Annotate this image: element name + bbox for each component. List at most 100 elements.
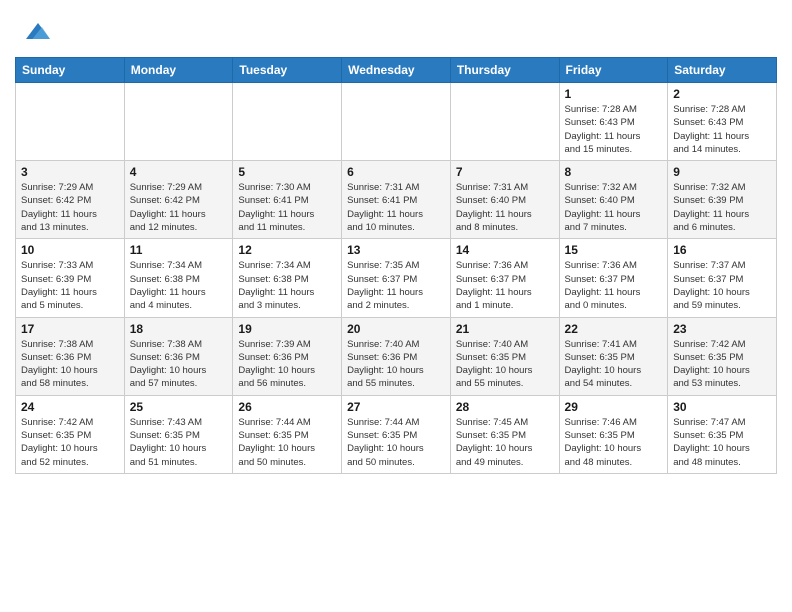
day-info: Sunrise: 7:46 AM Sunset: 6:35 PM Dayligh… [565,416,663,469]
day-number: 16 [673,243,771,257]
day-number: 19 [238,322,336,336]
day-number: 3 [21,165,119,179]
day-number: 28 [456,400,554,414]
day-info: Sunrise: 7:35 AM Sunset: 6:37 PM Dayligh… [347,259,445,312]
day-number: 15 [565,243,663,257]
day-info: Sunrise: 7:31 AM Sunset: 6:41 PM Dayligh… [347,181,445,234]
day-info: Sunrise: 7:32 AM Sunset: 6:40 PM Dayligh… [565,181,663,234]
day-info: Sunrise: 7:36 AM Sunset: 6:37 PM Dayligh… [456,259,554,312]
day-info: Sunrise: 7:34 AM Sunset: 6:38 PM Dayligh… [238,259,336,312]
day-info: Sunrise: 7:33 AM Sunset: 6:39 PM Dayligh… [21,259,119,312]
day-info: Sunrise: 7:28 AM Sunset: 6:43 PM Dayligh… [565,103,663,156]
day-info: Sunrise: 7:34 AM Sunset: 6:38 PM Dayligh… [130,259,228,312]
calendar-cell-5-6: 29 Sunrise: 7:46 AM Sunset: 6:35 PM Dayli… [559,395,668,473]
day-number: 18 [130,322,228,336]
week-row-5: 24Sunrise: 7:42 AM Sunset: 6:35 PM Dayli… [16,395,777,473]
weekday-header-wednesday: Wednesday [342,58,451,83]
day-info: Sunrise: 7:45 AM Sunset: 6:35 PM Dayligh… [456,416,554,469]
calendar-cell-5-1: 24Sunrise: 7:42 AM Sunset: 6:35 PM Dayli… [16,395,125,473]
calendar-cell-2-3: 5 Sunrise: 7:30 AM Sunset: 6:41 PM Daylig… [233,161,342,239]
day-info: Sunrise: 7:31 AM Sunset: 6:40 PM Dayligh… [456,181,554,234]
calendar-cell-5-2: 25Sunrise: 7:43 AM Sunset: 6:35 PM Dayli… [124,395,233,473]
calendar-cell-3-5: 14 Sunrise: 7:36 AM Sunset: 6:37 PM Dayli… [450,239,559,317]
day-info: Sunrise: 7:44 AM Sunset: 6:35 PM Dayligh… [238,416,336,469]
calendar-cell-4-6: 22 Sunrise: 7:41 AM Sunset: 6:35 PM Dayli… [559,317,668,395]
day-info: Sunrise: 7:40 AM Sunset: 6:36 PM Dayligh… [347,338,445,391]
day-number: 23 [673,322,771,336]
calendar-cell-3-7: 16 Sunrise: 7:37 AM Sunset: 6:37 PM Dayli… [668,239,777,317]
calendar-cell-3-6: 15 Sunrise: 7:36 AM Sunset: 6:37 PM Dayli… [559,239,668,317]
day-number: 13 [347,243,445,257]
day-number: 20 [347,322,445,336]
day-number: 30 [673,400,771,414]
day-number: 27 [347,400,445,414]
day-info: Sunrise: 7:41 AM Sunset: 6:35 PM Dayligh… [565,338,663,391]
week-row-4: 17 Sunrise: 7:38 AM Sunset: 6:36 PM Dayli… [16,317,777,395]
day-info: Sunrise: 7:28 AM Sunset: 6:43 PM Dayligh… [673,103,771,156]
day-info: Sunrise: 7:30 AM Sunset: 6:41 PM Dayligh… [238,181,336,234]
day-number: 26 [238,400,336,414]
day-info: Sunrise: 7:42 AM Sunset: 6:35 PM Dayligh… [673,338,771,391]
day-info: Sunrise: 7:40 AM Sunset: 6:35 PM Dayligh… [456,338,554,391]
day-number: 2 [673,87,771,101]
calendar: SundayMondayTuesdayWednesdayThursdayFrid… [15,57,777,474]
day-info: Sunrise: 7:29 AM Sunset: 6:42 PM Dayligh… [21,181,119,234]
day-info: Sunrise: 7:37 AM Sunset: 6:37 PM Dayligh… [673,259,771,312]
day-number: 5 [238,165,336,179]
day-number: 7 [456,165,554,179]
day-info: Sunrise: 7:39 AM Sunset: 6:36 PM Dayligh… [238,338,336,391]
day-info: Sunrise: 7:29 AM Sunset: 6:42 PM Dayligh… [130,181,228,234]
calendar-cell-1-6: 1 Sunrise: 7:28 AM Sunset: 6:43 PM Daylig… [559,83,668,161]
weekday-header-monday: Monday [124,58,233,83]
calendar-cell-4-2: 18 Sunrise: 7:38 AM Sunset: 6:36 PM Dayli… [124,317,233,395]
day-number: 6 [347,165,445,179]
calendar-cell-1-7: 2 Sunrise: 7:28 AM Sunset: 6:43 PM Daylig… [668,83,777,161]
calendar-cell-5-4: 27 Sunrise: 7:44 AM Sunset: 6:35 PM Dayli… [342,395,451,473]
week-row-3: 10 Sunrise: 7:33 AM Sunset: 6:39 PM Dayli… [16,239,777,317]
calendar-cell-4-1: 17 Sunrise: 7:38 AM Sunset: 6:36 PM Dayli… [16,317,125,395]
calendar-cell-2-6: 8 Sunrise: 7:32 AM Sunset: 6:40 PM Daylig… [559,161,668,239]
day-number: 14 [456,243,554,257]
weekday-header-row: SundayMondayTuesdayWednesdayThursdayFrid… [16,58,777,83]
day-number: 4 [130,165,228,179]
day-number: 17 [21,322,119,336]
calendar-cell-1-2 [124,83,233,161]
calendar-cell-4-4: 20 Sunrise: 7:40 AM Sunset: 6:36 PM Dayli… [342,317,451,395]
day-info: Sunrise: 7:38 AM Sunset: 6:36 PM Dayligh… [21,338,119,391]
calendar-cell-3-1: 10 Sunrise: 7:33 AM Sunset: 6:39 PM Dayli… [16,239,125,317]
calendar-cell-2-2: 4 Sunrise: 7:29 AM Sunset: 6:42 PM Daylig… [124,161,233,239]
day-number: 10 [21,243,119,257]
calendar-cell-2-7: 9Sunrise: 7:32 AM Sunset: 6:39 PM Daylig… [668,161,777,239]
calendar-cell-2-4: 6 Sunrise: 7:31 AM Sunset: 6:41 PM Daylig… [342,161,451,239]
day-number: 8 [565,165,663,179]
day-number: 12 [238,243,336,257]
week-row-2: 3 Sunrise: 7:29 AM Sunset: 6:42 PM Daylig… [16,161,777,239]
day-info: Sunrise: 7:38 AM Sunset: 6:36 PM Dayligh… [130,338,228,391]
page: SundayMondayTuesdayWednesdayThursdayFrid… [0,0,792,489]
day-info: Sunrise: 7:36 AM Sunset: 6:37 PM Dayligh… [565,259,663,312]
calendar-cell-5-3: 26 Sunrise: 7:44 AM Sunset: 6:35 PM Dayli… [233,395,342,473]
day-number: 21 [456,322,554,336]
calendar-cell-1-5 [450,83,559,161]
weekday-header-tuesday: Tuesday [233,58,342,83]
day-number: 11 [130,243,228,257]
calendar-cell-4-3: 19 Sunrise: 7:39 AM Sunset: 6:36 PM Dayli… [233,317,342,395]
day-info: Sunrise: 7:44 AM Sunset: 6:35 PM Dayligh… [347,416,445,469]
calendar-cell-3-3: 12 Sunrise: 7:34 AM Sunset: 6:38 PM Dayli… [233,239,342,317]
calendar-cell-1-4 [342,83,451,161]
calendar-cell-4-5: 21 Sunrise: 7:40 AM Sunset: 6:35 PM Dayli… [450,317,559,395]
day-number: 1 [565,87,663,101]
calendar-cell-2-5: 7 Sunrise: 7:31 AM Sunset: 6:40 PM Daylig… [450,161,559,239]
weekday-header-sunday: Sunday [16,58,125,83]
calendar-cell-5-7: 30Sunrise: 7:47 AM Sunset: 6:35 PM Dayli… [668,395,777,473]
header [15,10,777,47]
calendar-cell-2-1: 3 Sunrise: 7:29 AM Sunset: 6:42 PM Daylig… [16,161,125,239]
day-number: 24 [21,400,119,414]
logo [15,15,50,47]
day-number: 29 [565,400,663,414]
calendar-cell-3-2: 11 Sunrise: 7:34 AM Sunset: 6:38 PM Dayli… [124,239,233,317]
calendar-cell-1-1 [16,83,125,161]
calendar-cell-1-3 [233,83,342,161]
day-number: 22 [565,322,663,336]
logo-icon [18,15,50,47]
